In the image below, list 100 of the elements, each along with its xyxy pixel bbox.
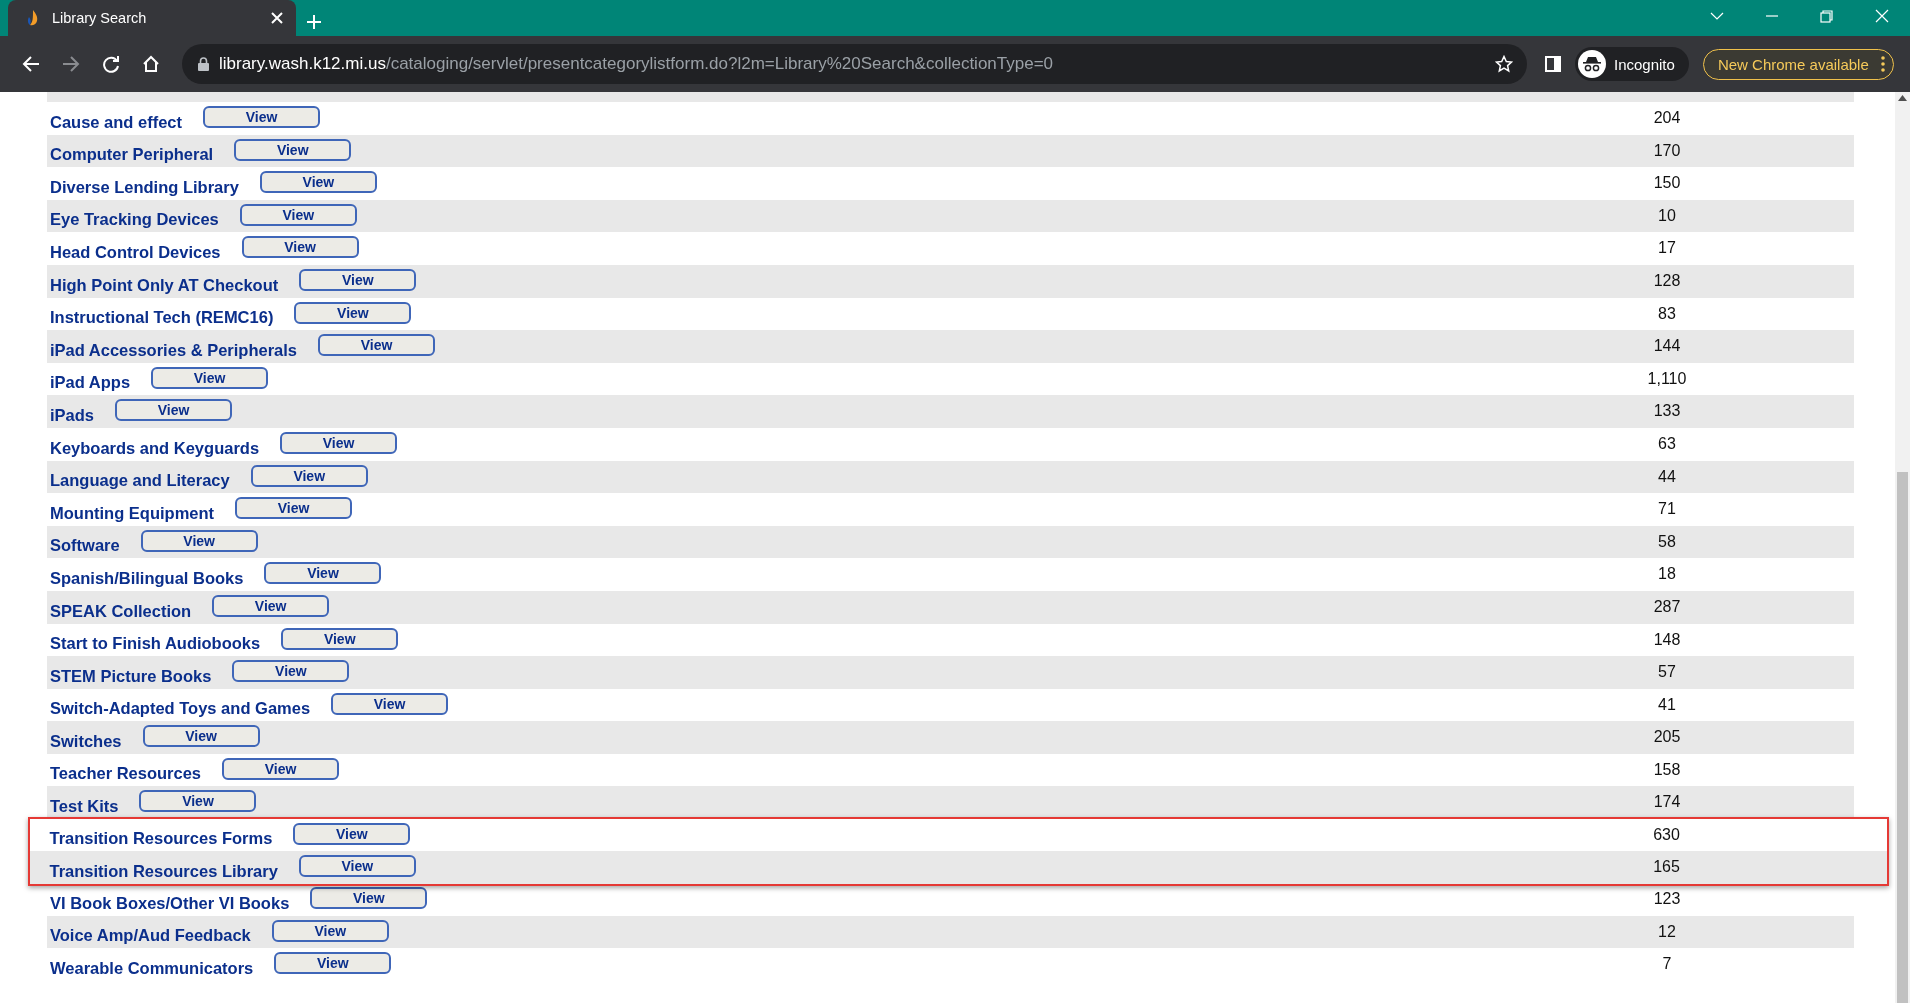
- item-count: 18: [1657, 565, 1677, 584]
- item-count: 204: [1652, 109, 1682, 127]
- category-link[interactable]: Start to Finish Audiobooks: [50, 634, 261, 654]
- url-text: library.wash.k12.mi.us/cataloging/servlet/presentcategorylistform.do?l2m=Library%20Search&collectionType=0: [219, 54, 1055, 74]
- category-link[interactable]: High Point Only AT Checkout: [50, 275, 279, 295]
- view-button[interactable]: View: [232, 660, 350, 683]
- scroll-up-icon[interactable]: [1898, 95, 1907, 101]
- view-button[interactable]: View: [115, 399, 233, 422]
- address-bar[interactable]: library.wash.k12.mi.us/cataloging/servlet/presentcategorylistform.do?l2m=Library%20Search&collectionType=0: [182, 44, 1527, 84]
- category-link[interactable]: Mounting Equipment: [50, 503, 215, 523]
- item-count: 44: [1657, 467, 1677, 486]
- view-button[interactable]: View: [281, 627, 399, 650]
- category-link[interactable]: STEM Picture Books: [50, 666, 212, 686]
- item-count: 128: [1652, 271, 1682, 290]
- view-button[interactable]: View: [140, 529, 258, 552]
- category-link[interactable]: Diverse Lending Library: [50, 177, 239, 197]
- category-link[interactable]: Switches: [50, 731, 122, 751]
- flame-logo-icon: [26, 9, 40, 27]
- category-link[interactable]: Computer Peripheral: [50, 145, 214, 165]
- item-count: 205: [1652, 728, 1682, 747]
- view-button[interactable]: View: [280, 431, 398, 454]
- view-button[interactable]: View: [310, 887, 428, 910]
- reload-icon[interactable]: [102, 55, 120, 73]
- view-button[interactable]: View: [318, 334, 436, 357]
- category-link[interactable]: iPads: [50, 405, 95, 425]
- view-button[interactable]: View: [250, 464, 368, 487]
- category-link[interactable]: Test Kits: [50, 797, 119, 817]
- category-link[interactable]: Voice Amp/Aud Feedback: [50, 926, 251, 946]
- chevron-down-icon[interactable]: [1710, 12, 1724, 20]
- item-count: 71: [1657, 500, 1677, 519]
- view-button[interactable]: View: [203, 106, 321, 128]
- item-count: 144: [1652, 337, 1682, 356]
- view-button[interactable]: View: [151, 366, 269, 389]
- item-count: 57: [1657, 663, 1677, 682]
- category-link[interactable]: VI Book Boxes/Other VI Books: [50, 893, 290, 913]
- lock-icon: [198, 57, 209, 71]
- restore-icon[interactable]: [1820, 9, 1833, 23]
- category-link[interactable]: Language and Literacy: [50, 471, 230, 491]
- view-button[interactable]: View: [274, 952, 392, 975]
- category-link[interactable]: iPad Apps: [50, 373, 131, 393]
- view-button[interactable]: View: [212, 594, 330, 617]
- more-icon: [1880, 56, 1885, 72]
- scrollbar[interactable]: [1895, 92, 1910, 1003]
- view-button[interactable]: View: [234, 138, 352, 161]
- view-button[interactable]: View: [293, 822, 411, 845]
- view-button[interactable]: View: [271, 919, 389, 942]
- item-count: 12: [1657, 922, 1677, 941]
- category-link[interactable]: Transition Resources Library: [49, 861, 278, 881]
- side-panel-icon[interactable]: [1545, 56, 1561, 72]
- view-button[interactable]: View: [139, 790, 257, 813]
- view-button[interactable]: View: [239, 203, 357, 226]
- category-link[interactable]: iPad Accessories & Peripherals: [50, 340, 298, 360]
- view-button[interactable]: View: [331, 692, 449, 715]
- view-button[interactable]: View: [299, 268, 417, 291]
- item-count: 7: [1661, 955, 1673, 974]
- category-link[interactable]: Spanish/Bilingual Books: [50, 568, 244, 588]
- item-count: 10: [1657, 206, 1677, 225]
- view-button[interactable]: View: [241, 236, 359, 259]
- view-button[interactable]: View: [259, 171, 377, 194]
- item-count: 17: [1657, 239, 1677, 258]
- view-button[interactable]: View: [142, 725, 260, 748]
- incognito-icon: [1582, 56, 1602, 72]
- item-count: 63: [1657, 434, 1677, 453]
- category-link[interactable]: Head Control Devices: [50, 242, 221, 262]
- view-button[interactable]: View: [294, 301, 412, 324]
- home-icon[interactable]: [142, 55, 160, 73]
- item-count: 1,110: [1646, 369, 1688, 388]
- browser-tab[interactable]: Library Search: [8, 0, 296, 36]
- item-count: 630: [1652, 825, 1681, 844]
- item-count: 148: [1652, 630, 1682, 649]
- scrollbar-thumb[interactable]: [1897, 472, 1908, 1003]
- category-link[interactable]: Cause and effect: [50, 112, 183, 132]
- category-link[interactable]: Wearable Communicators: [50, 959, 254, 979]
- view-button[interactable]: View: [235, 497, 353, 520]
- item-count: 174: [1652, 793, 1682, 812]
- category-link[interactable]: Transition Resources Forms: [49, 829, 273, 849]
- item-count: 165: [1652, 858, 1681, 877]
- close-icon[interactable]: [270, 11, 284, 25]
- category-link[interactable]: Switch-Adapted Toys and Games: [50, 699, 311, 719]
- view-button[interactable]: View: [264, 562, 382, 585]
- view-button[interactable]: View: [222, 757, 340, 780]
- category-link[interactable]: SPEAK Collection: [50, 601, 192, 621]
- category-link[interactable]: Keyboards and Keyguards: [50, 438, 260, 458]
- back-arrow-icon[interactable]: [22, 55, 40, 73]
- item-count: 287: [1652, 597, 1682, 616]
- star-icon[interactable]: [1495, 55, 1513, 73]
- category-link[interactable]: Instructional Tech (REMC16): [50, 308, 274, 328]
- incognito-button[interactable]: Incognito: [1575, 47, 1689, 81]
- new-tab-icon[interactable]: [306, 14, 322, 30]
- item-count: 158: [1652, 760, 1682, 779]
- category-link[interactable]: Teacher Resources: [50, 764, 202, 784]
- category-link[interactable]: Software: [50, 536, 120, 556]
- tab-title: Library Search: [52, 10, 148, 26]
- forward-arrow-icon[interactable]: [62, 55, 80, 73]
- category-link[interactable]: Eye Tracking Devices: [50, 210, 219, 230]
- view-button[interactable]: View: [298, 855, 416, 878]
- item-count: 133: [1652, 402, 1682, 421]
- item-count: 58: [1657, 532, 1677, 551]
- update-button[interactable]: New Chrome available: [1702, 48, 1894, 80]
- item-count: 41: [1657, 695, 1677, 714]
